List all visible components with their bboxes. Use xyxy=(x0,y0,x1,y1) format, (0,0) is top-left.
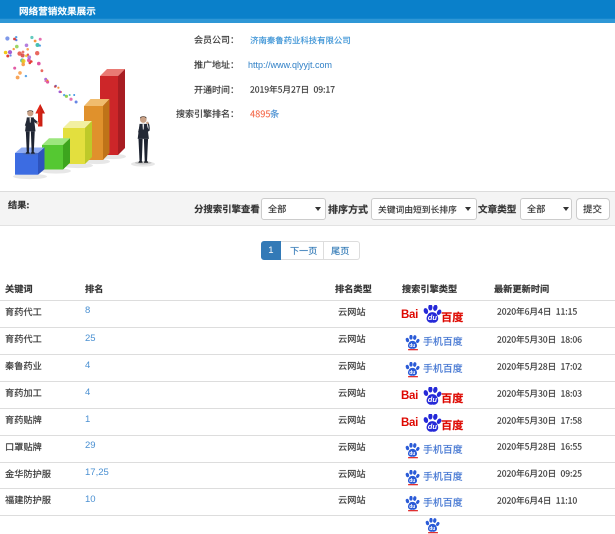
svg-text:du: du xyxy=(409,477,415,483)
svg-text:du: du xyxy=(428,422,438,431)
svg-text:du: du xyxy=(428,395,438,404)
svg-text:du: du xyxy=(409,450,415,456)
svg-text:du: du xyxy=(428,313,438,322)
svg-text:du: du xyxy=(409,370,415,376)
svg-text:du: du xyxy=(429,526,435,532)
svg-text:du: du xyxy=(409,504,415,510)
svg-text:du: du xyxy=(409,343,415,349)
